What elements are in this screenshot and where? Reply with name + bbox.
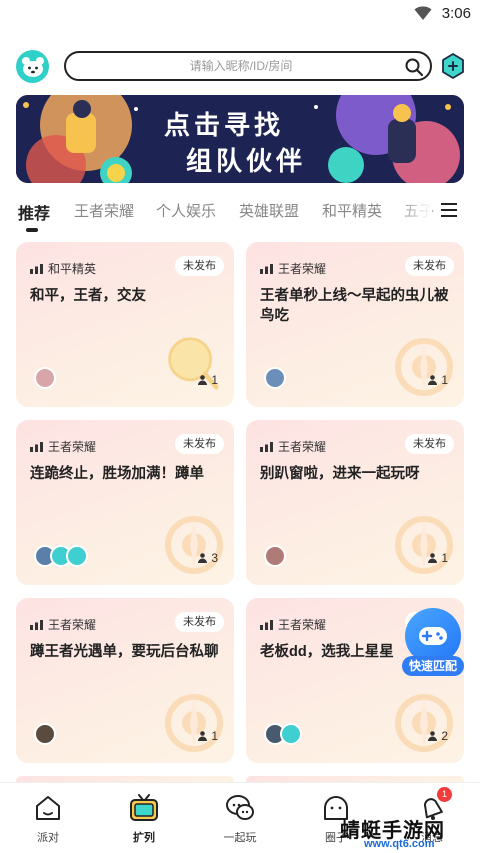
person-icon [198, 375, 208, 385]
person-icon [198, 553, 208, 563]
member-count-value: 1 [441, 551, 448, 565]
card-game-tag: 王者荣耀 [260, 438, 326, 455]
wifi-icon [414, 6, 432, 20]
avatar[interactable] [66, 545, 88, 567]
room-card[interactable]: 王者荣耀 未发布 连跪终止，胜场加满！蹲单 3 [16, 420, 234, 585]
search-bar[interactable] [64, 51, 432, 81]
card-game-tag: 王者荣耀 [260, 616, 326, 633]
status-badge: 未发布 [175, 434, 224, 454]
status-badge: 未发布 [175, 612, 224, 632]
message-badge: 1 [437, 787, 452, 802]
avatar[interactable] [34, 723, 56, 745]
person-icon [428, 553, 438, 563]
tab-league-of-legends[interactable]: 英雄联盟 [239, 200, 299, 221]
nav-label: 派对 [37, 832, 59, 844]
banner-line1: 点击寻找 [164, 111, 285, 141]
member-count-value: 1 [211, 729, 218, 743]
menu-icon[interactable] [440, 202, 458, 218]
find-team-banner[interactable]: 点击寻找 组队伙伴 [16, 95, 464, 183]
nav-label: 一起玩 [223, 832, 257, 844]
member-count-value: 2 [441, 729, 448, 743]
signal-bars-icon [30, 620, 43, 630]
tv-icon [130, 794, 158, 821]
member-count: 1 [198, 729, 218, 743]
watermark-url: www.qt6.com [364, 838, 435, 850]
card-game-tag: 王者荣耀 [260, 260, 326, 277]
game-logo-decoration-icon [395, 694, 453, 752]
site-watermark: 蜻蜓手游网 www.qt6.com [330, 814, 480, 853]
game-logo-decoration-icon [395, 516, 453, 574]
card-title: 蹲王者光遇单，要玩后台私聊 [30, 644, 219, 660]
card-game-tag: 王者荣耀 [30, 438, 96, 455]
status-bar: 3:06 [0, 0, 480, 28]
person-icon [428, 731, 438, 741]
create-room-icon[interactable] [442, 53, 464, 79]
card-game-name: 王者荣耀 [278, 262, 327, 276]
room-card[interactable]: 王者荣耀 未发布 蹲王者光遇单，要玩后台私聊 1 [16, 598, 234, 763]
avatar[interactable] [34, 367, 56, 389]
signal-bars-icon [260, 620, 273, 630]
tab-personal-entertainment[interactable]: 个人娱乐 [156, 200, 216, 221]
card-title: 别趴窗啦，进来一起玩呀 [260, 466, 420, 482]
card-game-tag: 王者荣耀 [30, 616, 96, 633]
game-logo-decoration-icon [165, 516, 223, 574]
member-count: 1 [428, 373, 448, 387]
card-title: 连跪终止，胜场加满！蹲单 [30, 466, 204, 482]
search-input[interactable] [86, 55, 396, 77]
signal-bars-icon [260, 442, 273, 452]
quick-match-label[interactable]: 快速匹配 [402, 656, 464, 676]
member-count-value: 1 [441, 373, 448, 387]
status-badge: 未发布 [405, 434, 454, 454]
status-badge: 未发布 [405, 256, 454, 276]
status-badge: 未发布 [175, 256, 224, 276]
game-logo-decoration-icon [165, 694, 223, 752]
card-game-name: 王者荣耀 [278, 618, 327, 632]
room-card[interactable]: 王者荣耀 未发布 王者单秒上线～早起的虫儿被鸟吃 1 [246, 242, 464, 407]
person-icon [198, 731, 208, 741]
card-game-tag: 和平精英 [30, 260, 96, 277]
status-time: 3:06 [441, 5, 471, 22]
card-title: 和平，王者，交友 [30, 288, 146, 304]
nav-label: 扩列 [133, 832, 155, 844]
signal-bars-icon [260, 264, 273, 274]
top-bar [0, 50, 480, 84]
member-count: 1 [198, 373, 218, 387]
card-title: 王者单秒上线～早起的虫儿被鸟吃 [260, 288, 449, 324]
gamepad-icon [419, 627, 447, 645]
app-logo-icon[interactable] [16, 50, 49, 83]
tab-recommend[interactable]: 推荐 [18, 200, 50, 224]
member-count-value: 3 [211, 551, 218, 565]
room-card[interactable]: 和平精英 未发布 和平，王者，交友 1 [16, 242, 234, 407]
member-count: 2 [428, 729, 448, 743]
avatar[interactable] [280, 723, 302, 745]
nav-party[interactable]: 派对 [16, 793, 80, 845]
quick-match-button[interactable]: 快速匹配 [402, 608, 464, 680]
search-icon[interactable] [404, 57, 424, 77]
game-logo-decoration-icon [395, 338, 453, 396]
nav-play-together[interactable]: 一起玩 [208, 793, 272, 845]
card-game-name: 王者荣耀 [48, 440, 97, 454]
chat-bubbles-icon [226, 795, 254, 820]
banner-line2: 组队伙伴 [186, 147, 307, 177]
category-tabs: 推荐 王者荣耀 个人娱乐 英雄联盟 和平精英 五子 [0, 198, 480, 238]
home-icon [36, 796, 60, 820]
tab-peacekeeper-elite[interactable]: 和平精英 [322, 200, 382, 221]
member-count: 3 [198, 551, 218, 565]
tabs-fade [396, 198, 432, 228]
card-game-name: 王者荣耀 [278, 440, 327, 454]
tab-indicator [26, 228, 38, 232]
room-card[interactable]: 王者荣耀 未发布 别趴窗啦，进来一起玩呀 1 [246, 420, 464, 585]
card-game-name: 王者荣耀 [48, 618, 97, 632]
nav-expand[interactable]: 扩列 [112, 793, 176, 845]
tab-honor-of-kings[interactable]: 王者荣耀 [74, 200, 134, 221]
signal-bars-icon [30, 264, 43, 274]
member-count-value: 1 [211, 373, 218, 387]
signal-bars-icon [30, 442, 43, 452]
card-game-name: 和平精英 [48, 262, 97, 276]
avatar[interactable] [264, 367, 286, 389]
member-count: 1 [428, 551, 448, 565]
person-icon [428, 375, 438, 385]
avatar[interactable] [264, 545, 286, 567]
